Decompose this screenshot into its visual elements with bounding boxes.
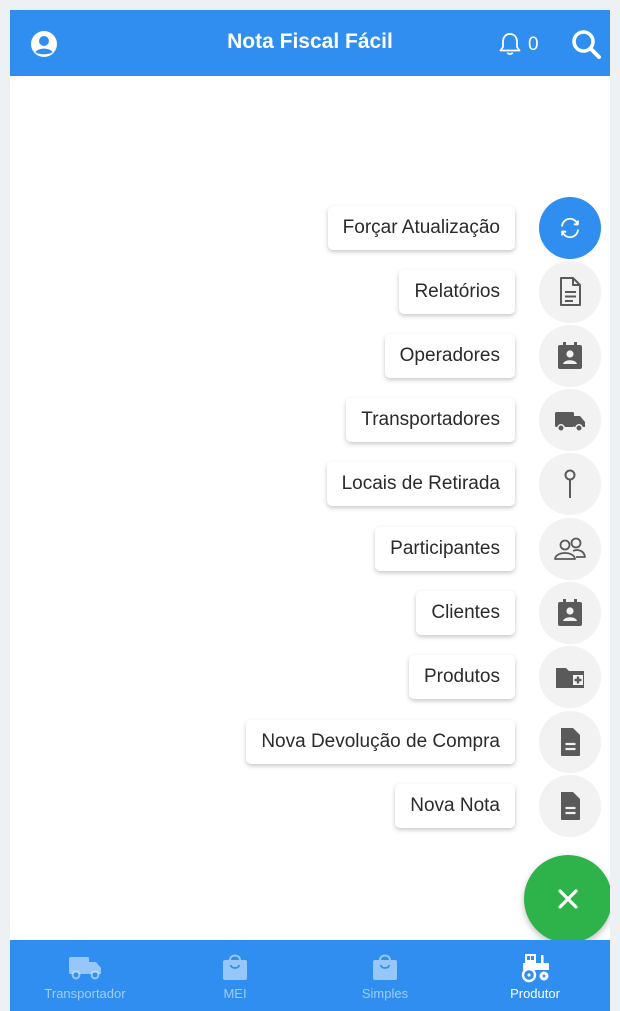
- truck-icon: [555, 412, 585, 432]
- bottom-navigation: Transportador MEI Simples Produtor: [10, 940, 610, 1011]
- app-header: Nota Fiscal Fácil 0: [10, 10, 610, 76]
- shopping-bag-icon: [223, 954, 247, 980]
- menu-item-participantes[interactable]: Participantes: [375, 518, 601, 580]
- participantes-button[interactable]: [539, 518, 601, 580]
- menu-item-produtos[interactable]: Produtos: [408, 646, 601, 708]
- menu-label[interactable]: Nova Devolução de Compra: [246, 720, 515, 764]
- locais-button[interactable]: [539, 453, 601, 515]
- pin-icon: [564, 469, 576, 498]
- produtos-button[interactable]: [539, 646, 601, 708]
- nova-nota-button[interactable]: [539, 775, 601, 837]
- menu-item-clientes[interactable]: Clientes: [416, 582, 601, 644]
- menu-item-relatorios[interactable]: Relatórios: [399, 261, 601, 323]
- file-icon: [561, 728, 580, 756]
- menu-item-nova-nota[interactable]: Nova Nota: [395, 775, 601, 837]
- menu-item-locais-de-retirada[interactable]: Locais de Retirada: [326, 453, 601, 515]
- menu-label[interactable]: Operadores: [384, 334, 515, 378]
- menu-label[interactable]: Produtos: [408, 655, 515, 699]
- menu-label[interactable]: Participantes: [375, 527, 515, 571]
- nav-label: Produtor: [510, 986, 560, 1001]
- contact-card-icon: [558, 599, 582, 626]
- menu-label[interactable]: Locais de Retirada: [326, 462, 515, 506]
- nova-devolucao-button[interactable]: [539, 711, 601, 773]
- nav-label: Simples: [361, 986, 409, 1001]
- nav-tab-produtor[interactable]: Produtor: [460, 940, 610, 1011]
- menu-label[interactable]: Forçar Atualização: [327, 206, 515, 250]
- menu-label[interactable]: Nova Nota: [395, 784, 515, 828]
- close-icon: [558, 889, 578, 909]
- notification-count: 0: [528, 34, 539, 55]
- operadores-button[interactable]: [539, 325, 601, 387]
- menu-label[interactable]: Clientes: [416, 591, 515, 635]
- clientes-button[interactable]: [539, 582, 601, 644]
- menu-label[interactable]: Relatórios: [399, 270, 515, 314]
- search-icon[interactable]: [570, 28, 602, 60]
- close-fab-button[interactable]: [524, 855, 610, 943]
- menu-label[interactable]: Transportadores: [346, 398, 515, 442]
- folder-plus-icon: [556, 668, 584, 688]
- relatorios-button[interactable]: [539, 261, 601, 323]
- app-screen: Nota Fiscal Fácil 0 Forçar Atualização R…: [10, 10, 610, 1011]
- menu-item-forcar-atualizacao[interactable]: Forçar Atualização: [327, 197, 601, 259]
- nav-tab-mei[interactable]: MEI: [160, 940, 310, 1011]
- refresh-button[interactable]: [539, 197, 601, 259]
- nav-tab-transportador[interactable]: Transportador: [10, 940, 160, 1011]
- contact-card-icon: [558, 342, 582, 369]
- menu-item-transportadores[interactable]: Transportadores: [346, 389, 601, 451]
- shopping-bag-icon: [373, 954, 397, 980]
- transportadores-button[interactable]: [539, 389, 601, 451]
- bell-icon[interactable]: [497, 31, 523, 57]
- nav-label: MEI: [223, 986, 247, 1001]
- tractor-icon: [521, 954, 549, 983]
- nav-label: Transportador: [44, 986, 126, 1001]
- refresh-icon: [561, 217, 579, 239]
- menu-item-nova-devolucao[interactable]: Nova Devolução de Compra: [246, 711, 601, 773]
- file-icon: [561, 792, 580, 820]
- truck-icon: [69, 957, 101, 980]
- people-icon: [554, 537, 586, 560]
- nav-tab-simples[interactable]: Simples: [310, 940, 460, 1011]
- document-icon: [560, 277, 581, 306]
- menu-item-operadores[interactable]: Operadores: [384, 325, 601, 387]
